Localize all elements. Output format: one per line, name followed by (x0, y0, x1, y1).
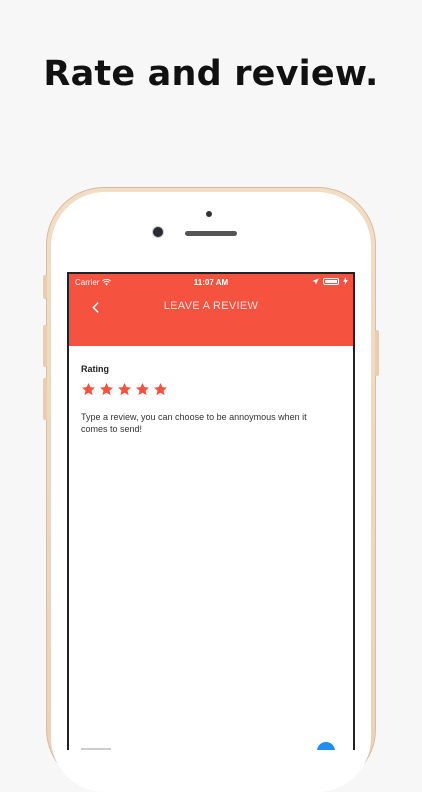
star-icon[interactable] (153, 382, 168, 397)
bottom-bar (69, 742, 353, 750)
status-bar: Carrier 11:07 AM (69, 274, 353, 290)
earpiece-speaker (185, 231, 237, 236)
star-icon[interactable] (81, 382, 96, 397)
phone-power-button (375, 330, 379, 376)
send-button[interactable] (317, 742, 335, 750)
location-arrow-icon (312, 277, 319, 285)
phone-screen: Carrier 11:07 AM LEAVE A REVIEW Rating T… (67, 272, 355, 750)
status-time: 11:07 AM (193, 278, 229, 287)
star-icon[interactable] (135, 382, 150, 397)
page-title: LEAVE A REVIEW (163, 300, 259, 312)
review-text-input[interactable] (81, 411, 321, 441)
review-form: Rating (81, 364, 341, 441)
phone-volume-down (43, 378, 47, 420)
phone-side-button (43, 275, 47, 299)
status-right-group (312, 277, 348, 285)
phone-volume-up (43, 325, 47, 367)
proximity-sensor (206, 211, 212, 217)
star-rating (81, 382, 341, 397)
app-header: Carrier 11:07 AM LEAVE A REVIEW (69, 274, 353, 346)
front-camera (153, 227, 163, 237)
charging-bolt-icon (343, 277, 348, 285)
battery-icon (323, 277, 339, 285)
rating-label: Rating (81, 364, 109, 374)
promo-headline: Rate and review. (43, 54, 379, 94)
star-icon[interactable] (117, 382, 132, 397)
star-icon[interactable] (99, 382, 114, 397)
nav-bar: LEAVE A REVIEW (69, 290, 353, 324)
